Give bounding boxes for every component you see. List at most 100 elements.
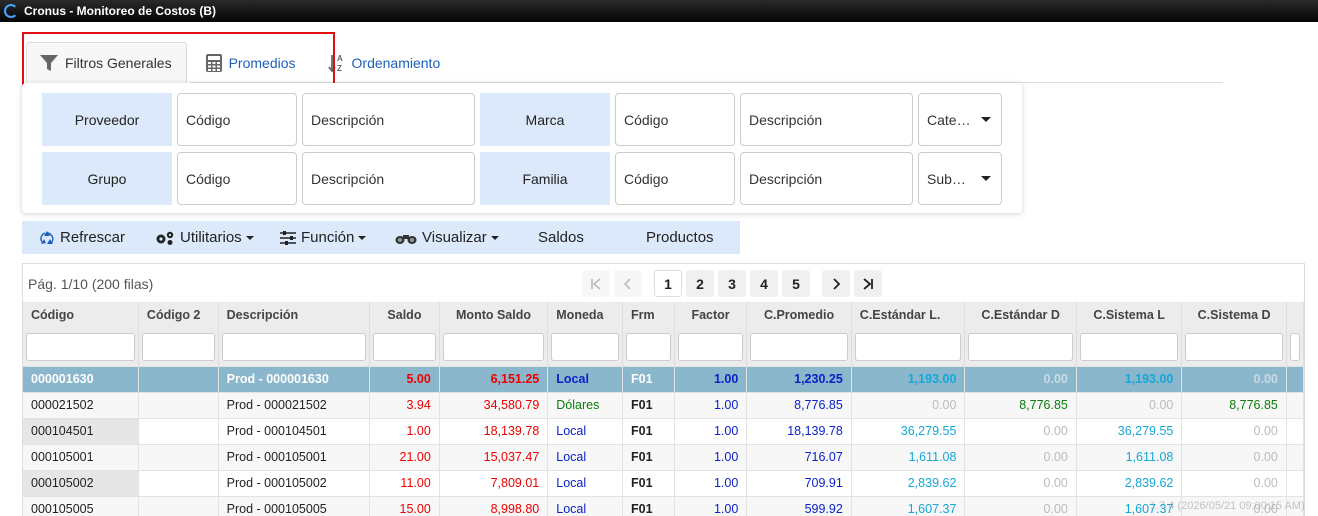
filter-input-frm[interactable] (626, 332, 671, 361)
filter-input-saldo[interactable] (373, 332, 436, 361)
col-header-moneda[interactable]: Moneda (547, 302, 624, 328)
tab-label: Filtros Generales (65, 55, 172, 71)
sort-az-icon: AZ (327, 53, 346, 73)
utilities-label: Utilitarios (180, 229, 242, 246)
grupo-desc-input[interactable]: Descripción (302, 152, 475, 205)
col-header-factor[interactable]: Factor (674, 302, 748, 328)
col-header-c-sistema-l[interactable]: C.Sistema L (1076, 302, 1183, 328)
next-page-button[interactable] (822, 270, 850, 297)
subfamilia-select[interactable]: Sub… (918, 152, 1002, 205)
table-row[interactable]: 000001630 Prod - 000001630 5.00 6,151.25… (23, 366, 1304, 393)
col-header-saldo[interactable]: Saldo (369, 302, 440, 328)
page-button-3[interactable]: 3 (718, 270, 746, 297)
chevron-down-icon (245, 235, 254, 240)
col-header-c-promedio[interactable]: C.Promedio (746, 302, 852, 328)
marca-desc-input[interactable]: Descripción (740, 93, 913, 146)
svg-text:A: A (337, 54, 343, 63)
page-button-4[interactable]: 4 (750, 270, 778, 297)
balances-label: Saldos (538, 229, 584, 246)
filter-input-monto-saldo[interactable] (442, 332, 545, 361)
filter-input-factor[interactable] (677, 332, 744, 361)
view-menu[interactable]: Visualizar (395, 221, 499, 254)
refresh-label: Refrescar (60, 229, 126, 246)
table-row[interactable]: 000105002 Prod - 000105002 11.00 7,809.0… (23, 470, 1304, 497)
filter-input-extra[interactable] (1289, 332, 1300, 361)
gears-icon (155, 230, 175, 246)
familia-desc-input[interactable]: Descripción (740, 152, 913, 205)
col-header-c-estandar-d[interactable]: C.Estándar D (964, 302, 1077, 328)
table-row[interactable]: 000105001 Prod - 000105001 21.00 15,037.… (23, 444, 1304, 471)
table-row[interactable]: 000105005 Prod - 000105005 15.00 8,998.8… (23, 496, 1304, 516)
chevron-down-icon (490, 235, 499, 240)
toolbar: Refrescar Utilitarios Función Visualizar… (22, 221, 740, 254)
col-header-frm[interactable]: Frm (622, 302, 675, 328)
function-label: Función (301, 229, 355, 246)
balances-button[interactable]: Saldos (538, 221, 584, 254)
prev-page-icon (623, 277, 631, 290)
function-menu[interactable]: Función (280, 221, 367, 254)
col-header-c-estandar-l[interactable]: C.Estándar L. (851, 302, 966, 328)
tab-label: Ordenamiento (351, 55, 441, 71)
filter-input-descripcion[interactable] (221, 332, 367, 361)
filter-input-c-estandar-d[interactable] (968, 332, 1073, 361)
tab-label: Promedios (228, 55, 296, 71)
filter-input-moneda[interactable] (551, 332, 620, 361)
sliders-icon (280, 230, 296, 245)
table-row[interactable]: 000021502 Prod - 000021502 3.94 34,580.7… (23, 392, 1304, 419)
col-header-descripcion[interactable]: Descripción (218, 302, 371, 328)
binoculars-icon (395, 231, 417, 245)
filter-input-c-estandar-l[interactable] (854, 332, 962, 361)
products-label: Productos (646, 229, 714, 246)
pager: Pág. 1/10 (200 filas) 1 2 3 4 5 (23, 264, 1304, 302)
svg-text:Z: Z (337, 64, 342, 73)
filter-input-c-sistema-d[interactable] (1185, 332, 1283, 361)
filter-panel: Proveedor Código Descripción Marca Códig… (22, 83, 1022, 213)
refresh-button[interactable]: Refrescar (39, 221, 125, 254)
table-row[interactable]: 000104501 Prod - 000104501 1.00 18,139.7… (23, 418, 1304, 445)
view-label: Visualizar (422, 229, 487, 246)
filter-input-codigo[interactable] (26, 332, 135, 361)
table-body: 000001630 Prod - 000001630 5.00 6,151.25… (23, 366, 1304, 516)
app-logo-icon (4, 4, 18, 18)
tab-promedios[interactable]: Promedios (193, 42, 310, 84)
filter-input-c-promedio[interactable] (750, 332, 848, 361)
marca-code-input[interactable]: Código (615, 93, 735, 146)
col-header-extra (1286, 302, 1304, 328)
filter-input-codigo2[interactable] (141, 332, 215, 361)
proveedor-code-input[interactable]: Código (177, 93, 297, 146)
filter-icon (39, 54, 59, 72)
tab-ordenamiento[interactable]: AZ Ordenamiento (316, 42, 455, 84)
recycle-icon (39, 230, 55, 246)
next-page-icon (833, 277, 841, 290)
col-header-codigo[interactable]: Código (23, 302, 139, 328)
prev-page-button[interactable] (614, 270, 642, 297)
tab-filtros-generales[interactable]: Filtros Generales (26, 42, 187, 84)
table-header-row: Código Código 2 Descripción Saldo Monto … (23, 302, 1304, 328)
col-header-codigo2[interactable]: Código 2 (138, 302, 219, 328)
version-watermark: 1.7.4 (2026/05/21 09:00:15 AM) (1150, 500, 1305, 512)
data-grid: Pág. 1/10 (200 filas) 1 2 3 4 5 Código C… (22, 263, 1305, 516)
first-page-button[interactable] (582, 270, 610, 297)
chevron-down-icon (358, 235, 367, 240)
proveedor-desc-input[interactable]: Descripción (302, 93, 475, 146)
window-title: Cronus - Monitoreo de Costos (B) (24, 4, 216, 18)
calculator-icon (205, 53, 223, 73)
familia-code-input[interactable]: Código (615, 152, 735, 205)
last-page-icon (863, 277, 873, 290)
filter-input-c-sistema-l[interactable] (1079, 332, 1179, 361)
products-button[interactable]: Productos (646, 221, 714, 254)
grupo-code-input[interactable]: Código (177, 152, 297, 205)
page-button-5[interactable]: 5 (782, 270, 810, 297)
page-button-2[interactable]: 2 (686, 270, 714, 297)
tab-bar: Filtros Generales Promedios AZ Ordenamie… (26, 42, 454, 84)
first-page-icon (591, 277, 601, 290)
col-header-c-sistema-d[interactable]: C.Sistema D (1181, 302, 1287, 328)
categoria-select[interactable]: Cate… (918, 93, 1002, 146)
page-info: Pág. 1/10 (200 filas) (28, 276, 154, 292)
utilities-menu[interactable]: Utilitarios (155, 221, 254, 254)
subfamilia-select-value: Sub… (927, 170, 966, 187)
page-button-1[interactable]: 1 (654, 270, 682, 297)
last-page-button[interactable] (854, 270, 882, 297)
col-header-monto-saldo[interactable]: Monto Saldo (439, 302, 549, 328)
chevron-down-icon (981, 176, 991, 181)
